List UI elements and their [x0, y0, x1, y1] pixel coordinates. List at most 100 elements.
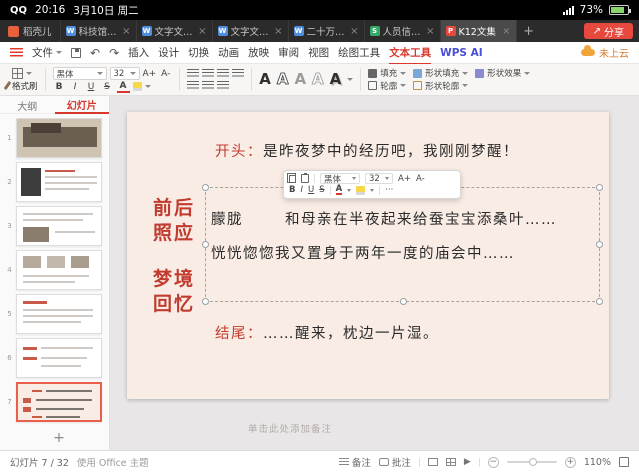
strikethrough-button[interactable]: S [319, 185, 324, 195]
cloud-sync-status[interactable]: 未上云 [581, 45, 629, 60]
strikethrough-button[interactable]: S [101, 80, 114, 93]
zoom-slider[interactable] [507, 461, 557, 463]
text-fill-button[interactable]: 填充 [368, 67, 406, 80]
resize-handle[interactable] [202, 241, 209, 248]
text-outline-button[interactable]: 轮廓 [368, 80, 406, 93]
close-icon[interactable]: × [122, 26, 130, 37]
slide-body-line-1[interactable]: 和母亲在半夜起来给蚕宝宝添桑叶…… [285, 208, 557, 229]
format-painter-button[interactable]: 格式刷 [12, 80, 38, 92]
resize-handle[interactable] [596, 184, 603, 191]
comments-toggle-button[interactable]: 批注 [379, 455, 411, 469]
shape-outline-button[interactable]: 形状轮廓 [413, 80, 468, 93]
paste-icon[interactable] [12, 68, 23, 79]
wordart-style-1[interactable]: A [259, 66, 271, 92]
underline-button[interactable]: U [85, 80, 98, 93]
document-tab-active[interactable]: P K12文集 × [441, 20, 517, 42]
annotation-qianhou-zhaoying[interactable]: 前后 照应 [153, 196, 195, 246]
increase-font-button[interactable]: A+ [398, 174, 411, 184]
slide-ending-line[interactable]: 结尾：……醒来，枕边一片湿。 [215, 322, 439, 343]
highlight-color-button[interactable] [133, 82, 142, 91]
new-document-button[interactable]: + [517, 20, 541, 42]
resize-handle[interactable] [400, 298, 407, 305]
underline-button[interactable]: U [308, 185, 314, 195]
font-size-select[interactable]: 32 [110, 67, 140, 80]
zoom-out-button[interactable]: − [488, 457, 499, 468]
close-icon[interactable]: × [350, 26, 358, 37]
menu-tab-insert[interactable]: 插入 [128, 45, 149, 60]
wps-ai-button[interactable]: WPS AI [440, 47, 483, 59]
tab-slides[interactable]: 幻灯片 [55, 95, 110, 114]
document-tab[interactable]: W 文字文稿1 × [137, 20, 213, 42]
decrease-font-button[interactable]: A- [416, 174, 425, 184]
annotation-mengjing-huiyi[interactable]: 梦境 回忆 [153, 267, 195, 317]
tab-outline[interactable]: 大纲 [0, 96, 55, 113]
slide-canvas[interactable]: 开头：是昨夜梦中的经历吧，我刚刚梦醒！ 前后 照应 朦胧 和母亲在半夜起来给蚕宝… [127, 112, 609, 399]
document-tab[interactable]: W 科技馆(1).docx × [61, 20, 137, 42]
shape-fill-button[interactable]: 形状填充 [413, 67, 468, 80]
slide-opening-line[interactable]: 开头：是昨夜梦中的经历吧，我刚刚梦醒！ [215, 140, 519, 161]
notes-toggle-button[interactable]: 备注 [339, 455, 371, 469]
slide-thumbnail[interactable] [16, 338, 102, 378]
more-options-button[interactable]: ··· [385, 185, 393, 195]
menu-tab-slideshow[interactable]: 放映 [248, 45, 269, 60]
align-justify-button[interactable] [232, 69, 244, 78]
menu-tab-drawing-tools[interactable]: 绘图工具 [338, 45, 380, 60]
bullet-list-button[interactable] [187, 81, 199, 90]
highlight-color-button[interactable] [356, 186, 365, 195]
wordart-gallery-expand-icon[interactable] [347, 78, 353, 81]
menu-tab-transition[interactable]: 切换 [188, 45, 209, 60]
slide-thumbnail[interactable] [16, 162, 102, 202]
menu-tab-review[interactable]: 审阅 [278, 45, 299, 60]
close-icon[interactable]: × [502, 26, 510, 37]
menu-tab-text-tools[interactable]: 文本工具 [389, 45, 431, 60]
slide-thumbnail[interactable] [16, 118, 102, 158]
slide-thumbnail[interactable] [16, 294, 102, 334]
play-slideshow-button[interactable]: ▶ [464, 457, 471, 467]
slide-thumbnail-selected[interactable] [16, 382, 102, 422]
align-left-button[interactable] [187, 69, 199, 78]
close-icon[interactable]: × [274, 26, 282, 37]
copy-icon[interactable] [289, 175, 296, 183]
align-center-button[interactable] [202, 69, 214, 78]
file-menu[interactable]: 文件 [32, 45, 62, 60]
normal-view-button[interactable] [428, 458, 438, 466]
wordart-style-5[interactable]: A [330, 66, 342, 92]
line-spacing-button[interactable] [202, 81, 214, 90]
undo-button[interactable]: ↶ [90, 47, 100, 59]
font-size-select[interactable]: 32 [365, 173, 393, 184]
font-color-button[interactable]: A [117, 80, 130, 93]
shape-effect-button[interactable]: 形状效果 [475, 67, 530, 80]
wordart-style-3[interactable]: A [294, 66, 306, 92]
menu-tab-design[interactable]: 设计 [158, 45, 179, 60]
notes-placeholder[interactable]: 单击此处添加备注 [248, 421, 332, 435]
italic-button[interactable]: I [300, 185, 303, 195]
slide-thumbnail[interactable] [16, 206, 102, 246]
font-color-button[interactable]: A [336, 185, 343, 195]
font-name-select[interactable]: 黑体 [320, 173, 360, 184]
resize-handle[interactable] [596, 241, 603, 248]
slide-keyword[interactable]: 朦胧 [211, 208, 243, 229]
document-tab[interactable]: S 人员信息统计(1) × [365, 20, 441, 42]
share-button[interactable]: ↗ 分享 [584, 23, 633, 39]
document-tab[interactable]: W 二十万字数读后感 × [289, 20, 365, 42]
decrease-font-button[interactable]: A- [159, 67, 172, 80]
redo-button[interactable]: ↷ [109, 47, 119, 59]
menu-tab-animation[interactable]: 动画 [218, 45, 239, 60]
zoom-in-button[interactable]: + [565, 457, 576, 468]
increase-font-button[interactable]: A+ [143, 67, 157, 80]
font-name-select[interactable]: 黑体 [53, 67, 107, 80]
slide-body-line-2[interactable]: 恍恍惚惚我又置身于两年一度的庙会中…… [211, 242, 515, 263]
zoom-slider-handle[interactable] [529, 458, 537, 466]
save-button[interactable] [71, 48, 81, 58]
menu-tab-view[interactable]: 视图 [308, 45, 329, 60]
grid-view-button[interactable] [446, 458, 456, 466]
italic-button[interactable]: I [69, 80, 82, 93]
close-icon[interactable]: × [198, 26, 206, 37]
wordart-style-4[interactable]: A [312, 66, 324, 92]
align-right-button[interactable] [217, 69, 229, 78]
resize-handle[interactable] [596, 298, 603, 305]
bold-button[interactable]: B [289, 185, 295, 195]
paste-icon[interactable] [301, 174, 309, 183]
text-direction-button[interactable] [217, 81, 229, 90]
document-tab[interactable]: W 文字文稿2 × [213, 20, 289, 42]
